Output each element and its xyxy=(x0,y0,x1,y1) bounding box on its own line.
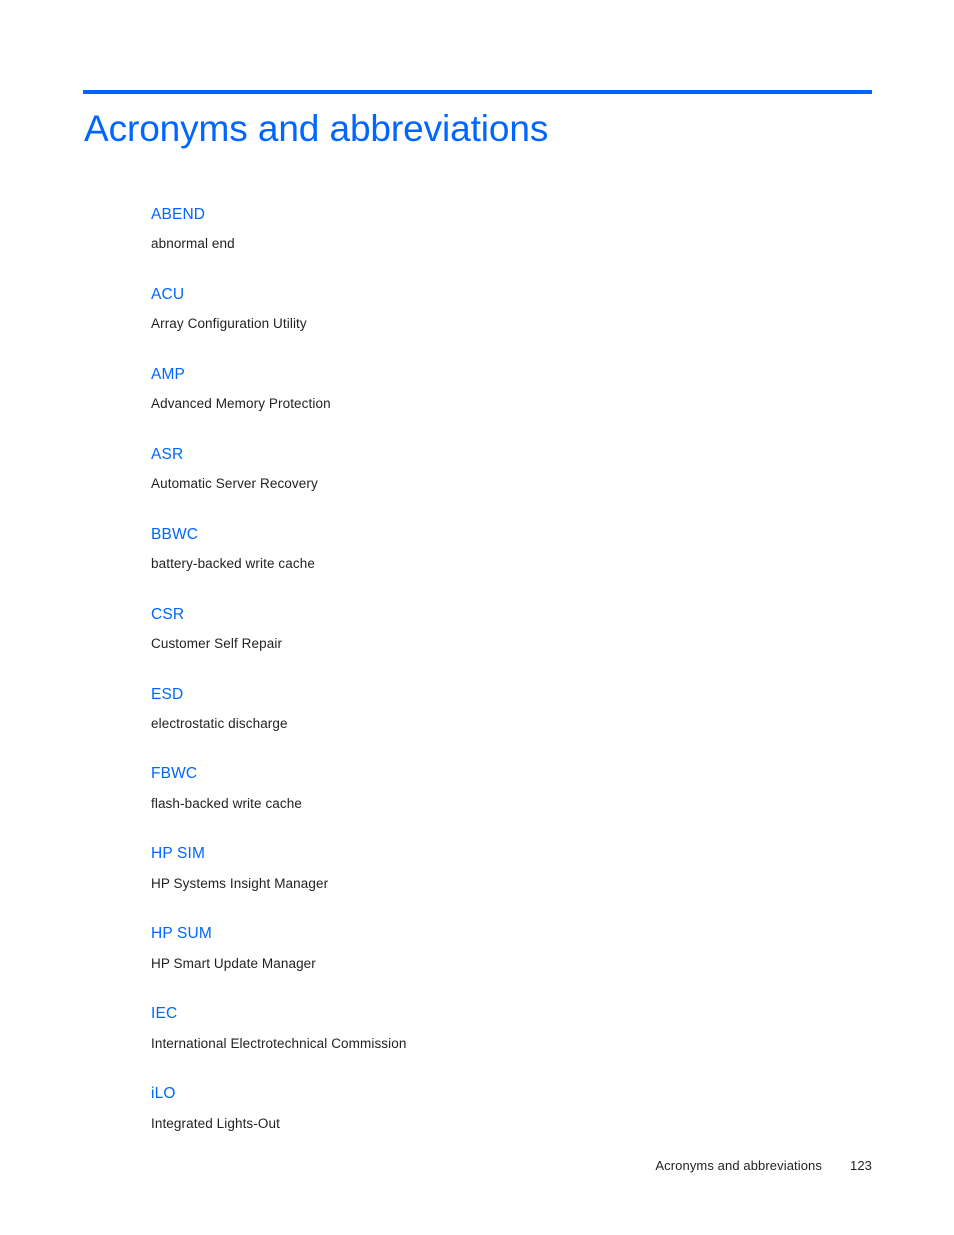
glossary-term: iLO xyxy=(151,1085,176,1103)
glossary-entry: ESD electrostatic discharge xyxy=(151,685,851,733)
glossary-term: AMP xyxy=(151,365,186,383)
glossary-definition: battery-backed write cache xyxy=(151,556,315,572)
glossary-term: CSR xyxy=(151,605,185,623)
glossary-entry: iLO Integrated Lights-Out xyxy=(151,1084,851,1132)
glossary-definition: Customer Self Repair xyxy=(151,635,283,651)
glossary-term: ESD xyxy=(151,685,184,703)
glossary-definition: HP Smart Update Manager xyxy=(151,955,316,971)
glossary-entry: HP SIM HP Systems Insight Manager xyxy=(151,844,851,892)
glossary-definition: electrostatic discharge xyxy=(151,715,288,731)
footer-section-title: Acronyms and abbreviations xyxy=(655,1158,822,1173)
glossary-definition: Integrated Lights-Out xyxy=(151,1115,280,1131)
glossary-entry: BBWC battery-backed write cache xyxy=(151,525,851,573)
glossary-entry: IEC International Electrotechnical Commis… xyxy=(151,1004,851,1052)
glossary-term: ACU xyxy=(151,285,185,303)
glossary-entry: HP SUM HP Smart Update Manager xyxy=(151,924,851,972)
glossary-term: ABEND xyxy=(151,206,206,223)
glossary-list: ABEND abnormal end ACU Array Configuration … xyxy=(151,205,851,1132)
page-heading-block: Acronyms and abbreviations xyxy=(83,90,872,149)
glossary-definition: Array Configuration Utility xyxy=(151,316,307,332)
glossary-entry: FBWC flash-backed write cache xyxy=(151,764,851,812)
glossary-term: ASR xyxy=(151,445,184,463)
footer-page-number: 123 xyxy=(850,1158,872,1173)
glossary-entry: CSR Customer Self Repair xyxy=(151,605,851,653)
glossary-definition: flash-backed write cache xyxy=(151,795,302,811)
glossary-entry: ACU Array Configuration Utility xyxy=(151,285,851,333)
glossary-term: BBWC xyxy=(151,525,199,543)
glossary-term: IEC xyxy=(151,1005,178,1023)
glossary-definition: Automatic Server Recovery xyxy=(151,476,318,492)
glossary-term: HP SIM xyxy=(151,845,206,863)
glossary-definition: abnormal end xyxy=(151,236,235,252)
page-title: Acronyms and abbreviations xyxy=(84,108,549,149)
document-page: Acronyms and abbreviations ABEND abnormal… xyxy=(0,0,954,1235)
glossary-term: FBWC xyxy=(151,765,198,783)
glossary-definition: Advanced Memory Protection xyxy=(151,396,331,412)
glossary-definition: HP Systems Insight Manager xyxy=(151,875,329,891)
page-footer: Acronyms and abbreviations 123 xyxy=(83,1158,872,1173)
glossary-definition: International Electrotechnical Commissio… xyxy=(151,1035,407,1051)
glossary-entry: ABEND abnormal end xyxy=(151,205,851,253)
glossary-entry: AMP Advanced Memory Protection xyxy=(151,365,851,413)
glossary-term: HP SUM xyxy=(151,925,212,943)
glossary-entry: ASR Automatic Server Recovery xyxy=(151,445,851,493)
